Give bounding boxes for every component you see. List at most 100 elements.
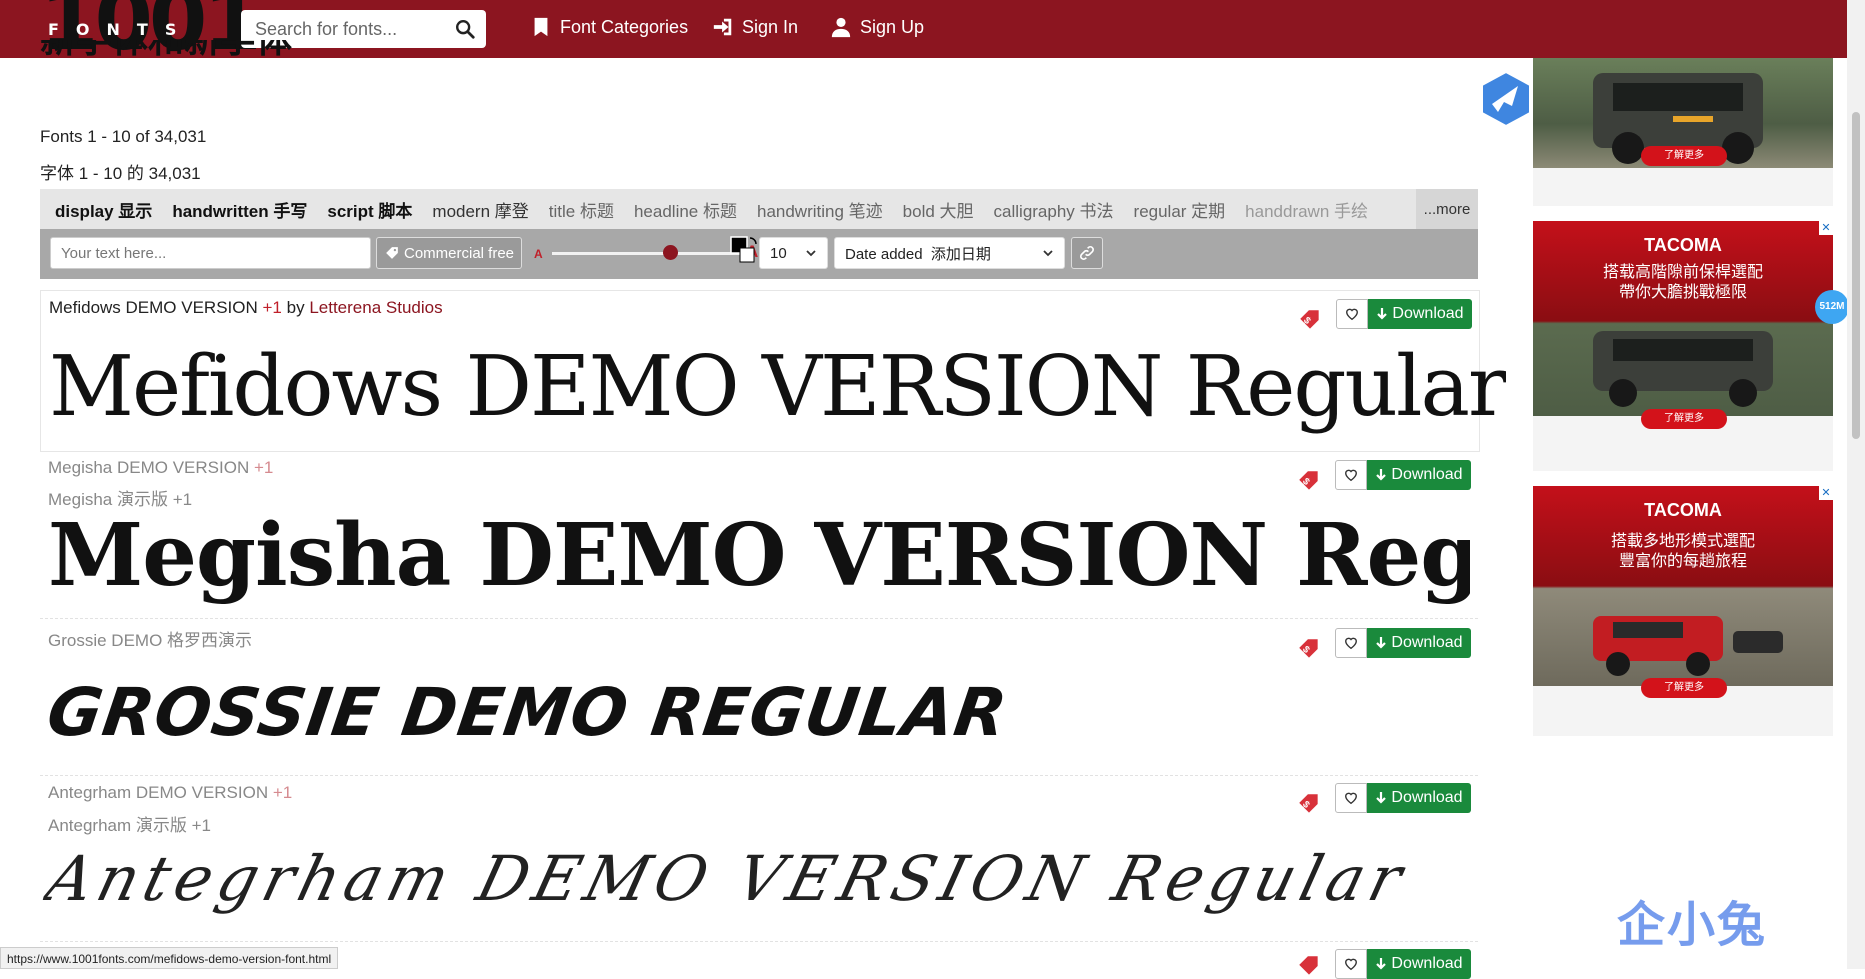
- download-button[interactable]: Download: [1367, 628, 1471, 658]
- preview-text-input[interactable]: [50, 237, 371, 269]
- size-slider-knob[interactable]: [662, 245, 678, 260]
- size-small-label: A: [534, 247, 543, 261]
- link-icon: [1080, 246, 1094, 260]
- favorite-button[interactable]: [1336, 299, 1368, 329]
- price-tag-icon: [1299, 956, 1318, 975]
- scrollbar-thumb[interactable]: [1852, 112, 1860, 439]
- ad-cta-button[interactable]: 了解更多: [1641, 409, 1727, 429]
- download-button[interactable]: Download: [1367, 460, 1471, 490]
- tag-filter-9[interactable]: regular 定期: [1134, 197, 1226, 222]
- font-item: Antegrham DEMO VERSION +1 Antegrham 演示版 …: [39, 777, 1478, 942]
- tag-icon: [386, 247, 398, 259]
- font-name-link[interactable]: Grossie DEMO 格罗西演示: [48, 631, 252, 650]
- commercial-free-button[interactable]: Commercial free: [376, 237, 522, 269]
- tag-filter-10[interactable]: handdrawn 手绘: [1245, 197, 1368, 222]
- font-count-zh: 字体 1 - 10 的 34,031: [40, 164, 201, 183]
- font-preview[interactable]: Mefidows DEMO VERSION Regular: [49, 337, 1506, 437]
- tag-filter-1[interactable]: handwritten 手写: [172, 197, 307, 222]
- download-label: Download: [1391, 789, 1463, 806]
- font-variant-count[interactable]: +1: [263, 298, 282, 317]
- font-variant-count[interactable]: +1: [254, 458, 273, 477]
- ad-cta-button[interactable]: 了解更多: [1641, 146, 1727, 166]
- ad-subheadline: 豐富你的每趟旅程: [1618, 553, 1747, 570]
- favorite-button[interactable]: [1335, 949, 1367, 979]
- font-name-link[interactable]: Mefidows DEMO VERSION: [49, 298, 258, 317]
- color-picker-icon[interactable]: [730, 236, 760, 266]
- font-count-en: Fonts 1 - 10 of 34,031: [40, 127, 207, 146]
- font-by-label: by: [286, 298, 305, 317]
- share-link-button[interactable]: [1071, 237, 1103, 269]
- font-name-link[interactable]: Antegrham DEMO VERSION: [48, 783, 268, 802]
- tag-filter-3[interactable]: modern 摩登: [432, 197, 528, 222]
- font-preview[interactable]: Antegrham DEMO VERSION Regular: [36, 829, 1419, 929]
- search-input[interactable]: [253, 17, 446, 41]
- price-tag-icon: $: [1299, 639, 1318, 658]
- price-tag-icon: $: [1299, 794, 1318, 813]
- favorite-button[interactable]: [1335, 628, 1367, 658]
- font-author-link[interactable]: Letterena Studios: [309, 298, 442, 317]
- font-preview[interactable]: GROSSIE DEMO REGULAR: [42, 668, 1013, 758]
- logo-word: FONTS: [48, 20, 194, 39]
- tag-filter-5[interactable]: headline 标题: [634, 197, 737, 222]
- font-item: Grossie DEMO 格罗西演示 $ Download GROSSIE DE…: [40, 620, 1478, 776]
- nav-sign-up[interactable]: Sign Up: [830, 16, 924, 38]
- font-title-line: Grossie DEMO 格罗西演示: [48, 626, 252, 651]
- ad-banner[interactable]: 了解更多: [1533, 58, 1833, 206]
- size-slider[interactable]: [552, 245, 742, 260]
- font-title-line: Antegrham DEMO VERSION +1: [48, 783, 292, 803]
- download-arrow-icon: [1376, 469, 1387, 481]
- download-button[interactable]: Download: [1368, 299, 1472, 329]
- bird-extension-icon[interactable]: [1480, 70, 1532, 128]
- per-page-value: 10: [770, 244, 787, 262]
- ad-cta-button[interactable]: 了解更多: [1641, 678, 1727, 698]
- download-label: Download: [1392, 305, 1464, 322]
- heart-icon: [1345, 637, 1357, 650]
- watermark-text: 企小兔: [1617, 897, 1768, 953]
- download-label: Download: [1391, 634, 1463, 651]
- tag-filter-4[interactable]: title 标题: [549, 197, 614, 222]
- tag-filter-2[interactable]: script 脚本: [327, 197, 412, 222]
- sort-value: Date added 添加日期: [845, 245, 991, 263]
- heart-icon: [1345, 469, 1357, 482]
- font-name-link[interactable]: Megisha DEMO VERSION: [48, 458, 249, 477]
- download-button[interactable]: Download: [1367, 949, 1471, 979]
- per-page-select[interactable]: 10: [759, 237, 828, 269]
- ad-close-icon[interactable]: ✕: [1819, 221, 1833, 235]
- page-scrollbar[interactable]: [1847, 0, 1865, 969]
- tag-filter-8[interactable]: calligraphy 书法: [994, 197, 1114, 222]
- ad-truck-photo: [1593, 616, 1783, 676]
- download-label: Download: [1391, 955, 1463, 972]
- tag-filter-0[interactable]: display 显示: [55, 197, 152, 222]
- memory-badge[interactable]: 512M: [1815, 290, 1849, 324]
- ad-truck-photo: [1593, 331, 1773, 407]
- favorite-button[interactable]: [1335, 460, 1367, 490]
- status-bar-url: https://www.1001fonts.com/mefidows-demo-…: [0, 947, 339, 969]
- price-tag-icon: $: [1300, 310, 1319, 329]
- heart-icon: [1345, 792, 1357, 805]
- font-variant-count[interactable]: +1: [273, 783, 292, 802]
- chevron-down-icon: [806, 250, 816, 257]
- ad-brand: TACOMA: [1644, 500, 1722, 520]
- favorite-button[interactable]: [1335, 783, 1367, 813]
- search-icon[interactable]: [454, 18, 476, 40]
- more-tags-button[interactable]: ...more: [1416, 189, 1478, 229]
- tag-filter-bar: display 显示 handwritten 手写 script 脚本 modern …: [40, 189, 1478, 229]
- sort-select[interactable]: Date added 添加日期: [834, 237, 1065, 269]
- nav-font-categories[interactable]: Font Categories: [530, 16, 688, 38]
- bookmark-icon: [534, 17, 548, 37]
- ad-subheadline: 帶你大膽挑戰極限: [1618, 284, 1747, 301]
- nav-sign-up-label: Sign Up: [860, 16, 925, 37]
- tag-filter-6[interactable]: handwriting 笔迹: [757, 197, 883, 222]
- ad-headline: 搭載多地形模式選配: [1610, 533, 1755, 550]
- font-preview[interactable]: Megisha DEMO VERSION Regular: [48, 506, 1470, 606]
- ad-banner[interactable]: ✕ TACOMA 搭载高階隙前保桿選配 帶你大膽挑戰極限 了解更多: [1533, 221, 1833, 471]
- chevron-down-icon: [1043, 250, 1053, 257]
- ad-close-icon[interactable]: ✕: [1819, 486, 1833, 500]
- download-arrow-icon: [1376, 792, 1387, 804]
- tag-filter-7[interactable]: bold 大胆: [903, 197, 974, 222]
- nav-font-categories-label: Font Categories: [560, 16, 689, 37]
- ad-banner[interactable]: ✕ TACOMA 搭載多地形模式選配 豐富你的每趟旅程 了解更多: [1533, 486, 1833, 736]
- nav-sign-in[interactable]: Sign In: [712, 16, 798, 38]
- font-item: Mefidows DEMO VERSION +1 by Letterena St…: [40, 290, 1506, 452]
- download-button[interactable]: Download: [1367, 783, 1471, 813]
